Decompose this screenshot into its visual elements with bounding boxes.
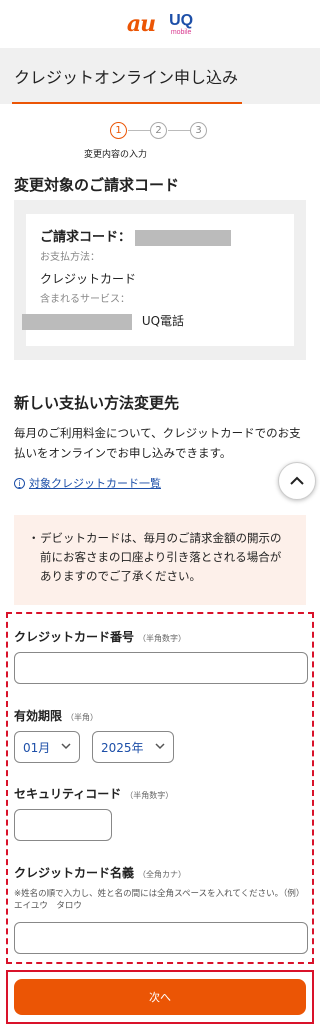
step-current-label: 変更内容の入力: [84, 150, 148, 160]
step-2: 2: [150, 122, 167, 139]
uq-logo-subtext: mobile: [170, 28, 192, 36]
card-name-note: ※姓名の順で入力し、姓と名の間には全角スペースを入れてください。（例）エイユウ …: [14, 889, 305, 911]
chevron-down-icon: [61, 743, 71, 750]
expiry-year-select[interactable]: 2025年: [92, 731, 174, 763]
debit-card-notice: ・ デビットカードは、毎月のご請求金額の開示の前にお客さまの口座より引き落とされ…: [14, 515, 306, 605]
chevron-down-icon: [155, 743, 165, 750]
step-connector: [128, 130, 150, 131]
chevron-up-icon: [290, 476, 304, 485]
step-3: 3: [190, 122, 207, 139]
stepper: 1 2 3: [110, 122, 210, 142]
info-icon: i: [14, 477, 25, 489]
security-code-input[interactable]: [14, 809, 112, 841]
uq-mobile-logo: UQ mobile: [169, 11, 194, 36]
card-number-input[interactable]: [14, 652, 308, 684]
card-list-link-text[interactable]: 対象クレジットカード一覧: [29, 475, 161, 491]
notice-text: デビットカードは、毎月のご請求金額の開示の前にお客さまの口座より引き落とされる場…: [40, 531, 282, 583]
scroll-to-top-button[interactable]: [278, 462, 316, 500]
step-1: 1: [110, 122, 127, 139]
service-value: UQ電話: [141, 314, 185, 328]
card-number-hint: （半角数字）: [138, 634, 187, 643]
next-button[interactable]: 次へ: [14, 979, 306, 1015]
expiry-label: 有効期限 （半角）: [14, 709, 99, 723]
expiry-month-select[interactable]: 01月: [14, 731, 80, 763]
card-name-hint: （全角カナ）: [138, 870, 187, 879]
card-list-link[interactable]: i 対象クレジットカード一覧: [14, 475, 161, 491]
security-code-hint: （半角数字）: [125, 791, 174, 800]
security-code-label: セキュリティコード （半角数字）: [14, 787, 174, 801]
title-underline: [12, 102, 242, 104]
service-number-redacted: [22, 313, 132, 330]
uq-logo-text: UQ: [169, 11, 194, 29]
au-logo: au: [126, 11, 156, 37]
billing-card: ご請求コード： お支払方法： クレジットカード 含まれるサービス： UQ電話: [14, 200, 306, 360]
step-connector: [168, 130, 190, 131]
expiry-hint: （半角）: [66, 713, 99, 722]
card-number-label: クレジットカード番号 （半角数字）: [14, 630, 187, 644]
expiry-month-value: 01月: [23, 740, 51, 755]
billing-code-label: ご請求コード：: [40, 230, 132, 245]
payment-method-value: クレジットカード: [40, 272, 137, 286]
billing-section-title: 変更対象のご請求コード: [14, 176, 180, 194]
logo-bar: au UQ mobile: [0, 0, 320, 48]
expiry-year-value: 2025年: [101, 740, 144, 755]
new-payment-description: 毎月のご利用料金について、クレジットカードでのお支払いをオンラインでお申し込みで…: [14, 426, 301, 460]
services-label: 含まれるサービス：: [40, 294, 130, 305]
page-title: クレジットオンライン申し込み: [14, 68, 239, 87]
billing-details: ご請求コード： お支払方法： クレジットカード 含まれるサービス： UQ電話: [22, 214, 294, 346]
page-title-bar: クレジットオンライン申し込み: [0, 48, 320, 104]
notice-bullet: ・: [28, 531, 40, 545]
new-payment-section-title: 新しい支払い方法変更先: [14, 394, 180, 412]
payment-method-label: お支払方法：: [40, 252, 100, 263]
card-name-input[interactable]: [14, 922, 308, 954]
billing-code-redacted: [134, 229, 231, 246]
card-name-label: クレジットカード名義 （全角カナ）: [14, 866, 187, 880]
